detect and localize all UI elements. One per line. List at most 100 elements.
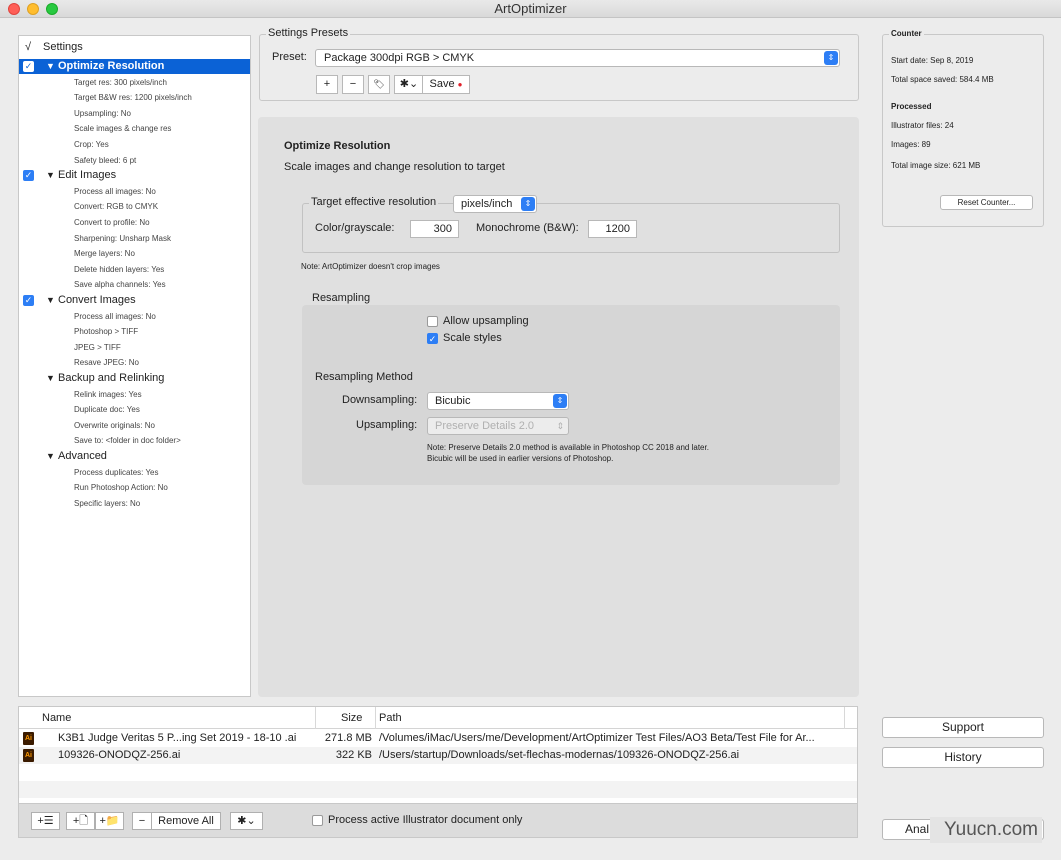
tree-setting-row[interactable]: JPEG > TIFF — [19, 340, 250, 355]
tree-setting-row[interactable]: Upsampling: No — [19, 106, 250, 121]
setting-summary-label: Convert to profile: No — [74, 218, 150, 227]
save-preset-button[interactable]: Save ● — [422, 75, 470, 94]
upsampling-popup[interactable]: Preserve Details 2.0 ⇕ — [427, 417, 569, 435]
tree-category-row[interactable]: ✓ ▼ Optimize Resolution — [19, 59, 250, 74]
upsampling-label: Upsampling: — [356, 419, 418, 431]
tree-setting-row[interactable]: Target res: 300 pixels/inch — [19, 75, 250, 90]
file-name: 109326-ONODQZ-256.ai — [58, 749, 181, 761]
scale-styles-label[interactable]: Scale styles — [443, 332, 502, 344]
counter-group: Counter Start date: Sep 8, 2019 Total sp… — [882, 29, 1044, 227]
zoom-window-button[interactable] — [46, 3, 58, 15]
preset-actions-button[interactable]: ✱⌄ — [394, 75, 424, 94]
tree-category-row[interactable]: ▼ Advanced — [19, 449, 250, 464]
tree-category-row[interactable]: ✓ ▼ Edit Images — [19, 168, 250, 183]
disclosure-triangle-icon[interactable]: ▼ — [46, 371, 55, 386]
preset-popup[interactable]: Package 300dpi RGB > CMYK ⇕ — [315, 49, 840, 67]
tree-setting-row[interactable]: Crop: Yes — [19, 137, 250, 152]
add-folder-button[interactable]: +📁 — [95, 812, 124, 830]
panel-title: Optimize Resolution — [284, 140, 391, 152]
active-document-only-checkbox[interactable] — [312, 815, 323, 826]
disclosure-triangle-icon[interactable]: ▼ — [46, 449, 55, 464]
column-divider — [844, 707, 845, 729]
add-folder-icon: +📁 — [99, 815, 120, 827]
resolution-unit-value: pixels/inch — [461, 198, 513, 210]
disclosure-triangle-icon[interactable]: ▼ — [46, 59, 55, 74]
gear-icon: ✱⌄ — [399, 78, 419, 90]
save-label: Save — [429, 78, 455, 90]
add-list-button[interactable]: +☰ — [31, 812, 60, 830]
tree-setting-row[interactable]: Specific layers: No — [19, 496, 250, 511]
category-label: Advanced — [58, 450, 107, 462]
file-table[interactable]: Name Size Path Ai K3B1 Judge Veritas 5 P… — [18, 706, 858, 804]
tree-setting-row[interactable]: Relink images: Yes — [19, 387, 250, 402]
tree-category-row[interactable]: ✓ ▼ Convert Images — [19, 293, 250, 308]
tag-preset-button[interactable]: 🏷 — [368, 75, 390, 94]
minimize-window-button[interactable] — [27, 3, 39, 15]
category-checkbox[interactable]: ✓ — [23, 295, 34, 306]
downsampling-value: Bicubic — [435, 395, 471, 407]
color-grayscale-label: Color/grayscale: — [315, 222, 395, 234]
color-grayscale-input[interactable]: 300 — [410, 220, 459, 238]
add-document-button[interactable]: +🗋 — [66, 812, 95, 830]
tree-setting-row[interactable]: Sharpening: Unsharp Mask — [19, 231, 250, 246]
column-header-path[interactable]: Path — [379, 712, 402, 724]
file-actions-button[interactable]: ✱⌄ — [230, 812, 263, 830]
tree-setting-row[interactable]: Convert to profile: No — [19, 215, 250, 230]
unsaved-dot-icon: ● — [457, 80, 463, 89]
tree-setting-row[interactable]: Merge layers: No — [19, 246, 250, 261]
file-row[interactable]: Ai K3B1 Judge Veritas 5 P...ing Set 2019… — [19, 730, 857, 747]
allow-upsampling-label[interactable]: Allow upsampling — [443, 315, 529, 327]
counter-total-image-size: Total image size: 621 MB — [891, 161, 981, 170]
tree-setting-row[interactable]: Scale images & change res — [19, 121, 250, 136]
column-header-name[interactable]: Name — [42, 712, 71, 724]
disclosure-triangle-icon[interactable]: ▼ — [46, 168, 55, 183]
tree-setting-row[interactable]: Photoshop > TIFF — [19, 324, 250, 339]
close-window-button[interactable] — [8, 3, 20, 15]
gear-icon: ✱⌄ — [237, 815, 256, 827]
tree-setting-row[interactable]: Run Photoshop Action: No — [19, 480, 250, 495]
tree-setting-row[interactable]: Resave JPEG: No — [19, 355, 250, 370]
downsampling-popup[interactable]: Bicubic ⇕ — [427, 392, 569, 410]
history-button[interactable]: History — [882, 747, 1044, 768]
setting-summary-label: Save alpha channels: Yes — [74, 280, 166, 289]
category-checkbox[interactable]: ✓ — [23, 61, 34, 72]
tree-setting-row[interactable]: Save alpha channels: Yes — [19, 277, 250, 292]
upsampling-note-line2: Bicubic will be used in earlier versions… — [427, 454, 614, 463]
remove-file-button[interactable]: − — [132, 812, 152, 830]
file-path: /Volumes/iMac/Users/me/Development/ArtOp… — [379, 732, 815, 744]
tree-setting-row[interactable]: Target B&W res: 1200 pixels/inch — [19, 90, 250, 105]
tree-setting-row[interactable]: Safety bleed: 6 pt — [19, 153, 250, 168]
target-resolution-label: Target effective resolution — [309, 196, 439, 208]
remove-preset-button[interactable]: − — [342, 75, 364, 94]
tree-setting-row[interactable]: Save to: <folder in doc folder> — [19, 433, 250, 448]
tree-setting-row[interactable]: Process all images: No — [19, 184, 250, 199]
settings-tree[interactable]: √ Settings ✓ ▼ Optimize Resolution Target r… — [18, 35, 251, 697]
illustrator-file-icon: Ai — [23, 732, 34, 745]
watermark: Yuucn.com — [930, 817, 1042, 843]
setting-summary-label: Merge layers: No — [74, 249, 135, 258]
tree-setting-row[interactable]: Duplicate doc: Yes — [19, 402, 250, 417]
resolution-unit-popup[interactable]: pixels/inch ⇕ — [453, 195, 537, 213]
allow-upsampling-checkbox[interactable] — [427, 316, 438, 327]
settings-presets-label: Settings Presets — [266, 27, 351, 39]
tree-setting-row[interactable]: Process all images: No — [19, 309, 250, 324]
tree-setting-row[interactable]: Delete hidden layers: Yes — [19, 262, 250, 277]
resampling-method-label: Resampling Method — [315, 371, 413, 383]
tree-category-row[interactable]: ▼ Backup and Relinking — [19, 371, 250, 386]
counter-start-date: Start date: Sep 8, 2019 — [891, 56, 974, 65]
disclosure-triangle-icon[interactable]: ▼ — [46, 293, 55, 308]
add-preset-button[interactable]: + — [316, 75, 338, 94]
file-row[interactable]: Ai 109326-ONODQZ-256.ai 322 KB /Users/st… — [19, 747, 857, 764]
column-header-size[interactable]: Size — [341, 712, 362, 724]
category-checkbox[interactable]: ✓ — [23, 170, 34, 181]
tree-setting-row[interactable]: Overwrite originals: No — [19, 418, 250, 433]
tree-setting-row[interactable]: Convert: RGB to CMYK — [19, 199, 250, 214]
monochrome-input[interactable]: 1200 — [588, 220, 637, 238]
downsampling-label: Downsampling: — [342, 394, 418, 406]
reset-counter-button[interactable]: Reset Counter... — [940, 195, 1033, 210]
tree-setting-row[interactable]: Process duplicates: Yes — [19, 465, 250, 480]
scale-styles-checkbox[interactable]: ✓ — [427, 333, 438, 344]
remove-all-button[interactable]: Remove All — [151, 812, 221, 830]
active-document-only-label[interactable]: Process active Illustrator document only — [328, 814, 522, 826]
support-button[interactable]: Support — [882, 717, 1044, 738]
